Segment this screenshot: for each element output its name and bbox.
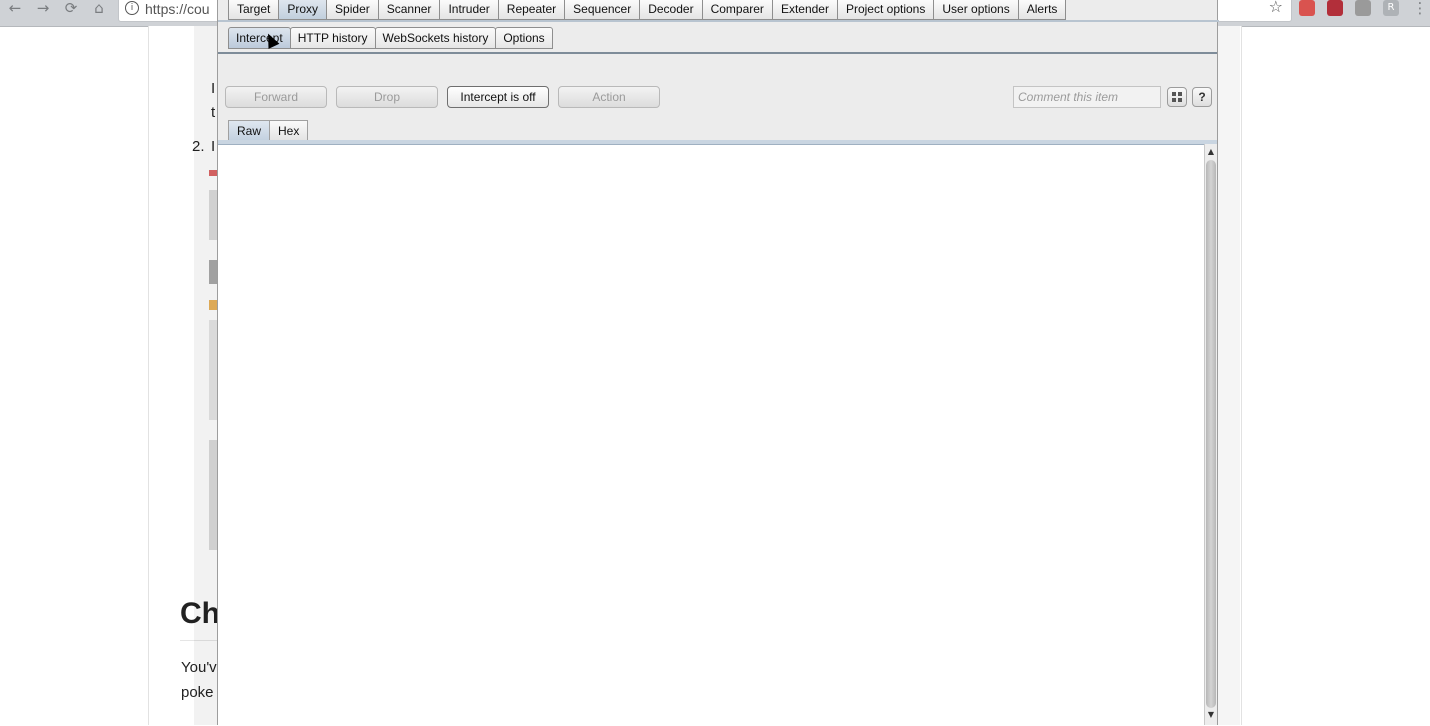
scroll-up-arrow-icon[interactable]: ▲ [1205,146,1217,158]
editor-scrollbar[interactable]: ▲ ▼ [1204,144,1217,725]
tab-http-history[interactable]: HTTP history [289,27,376,49]
scrollbar-thumb[interactable] [1206,160,1216,708]
tab-target[interactable]: Target [228,0,280,20]
tab-scanner[interactable]: Scanner [377,0,441,20]
browser-menu-icon[interactable]: ⋮ [1411,0,1429,18]
tab-comparer[interactable]: Comparer [701,0,773,20]
tab-repeater[interactable]: Repeater [497,0,566,20]
burp-suite-window: Target Proxy Spider Scanner Intruder Rep… [217,0,1219,726]
tab-user-options[interactable]: User options [933,0,1019,20]
r-extension-icon[interactable]: R [1383,0,1399,16]
bookmark-star-icon[interactable]: ☆ [1269,0,1283,16]
tab-intruder[interactable]: Intruder [439,0,499,20]
help-icon[interactable]: ? [1192,87,1212,107]
tab-alerts[interactable]: Alerts [1017,0,1067,20]
home-icon[interactable]: ⌂ [90,0,108,18]
reload-icon[interactable]: ⟳ [62,0,80,18]
tab-extender[interactable]: Extender [771,0,838,20]
tab-intercept[interactable]: Intercept [228,27,291,49]
tab-hex[interactable]: Hex [269,120,309,142]
help-glyph: ? [1198,90,1206,104]
tab-options[interactable]: Options [495,27,553,49]
message-editor[interactable] [218,144,1204,726]
tab-raw[interactable]: Raw [228,120,271,142]
tab-sequencer[interactable]: Sequencer [564,0,641,20]
forward-button[interactable]: Forward [225,86,327,108]
main-tab-bar: Target Proxy Spider Scanner Intruder Rep… [228,0,1067,20]
shield-extension-icon[interactable] [1299,0,1315,16]
cloud-extension-icon[interactable] [1355,0,1371,16]
tab-proxy[interactable]: Proxy [278,0,328,20]
tab-decoder[interactable]: Decoder [639,0,703,20]
tab-project-options[interactable]: Project options [836,0,935,20]
proxy-subtab-panel: Intercept HTTP history WebSockets histor… [218,22,1217,54]
layout-grid-icon[interactable] [1167,87,1187,107]
tab-spider[interactable]: Spider [326,0,379,20]
forward-arrow-icon[interactable]: → [34,0,52,18]
action-button[interactable]: Action [558,86,660,108]
drop-button[interactable]: Drop [336,86,438,108]
intercept-toggle-button[interactable]: Intercept is off [447,86,549,108]
scroll-down-arrow-icon[interactable]: ▼ [1205,709,1217,721]
back-arrow-icon[interactable]: ← [6,0,24,18]
info-icon[interactable]: i [125,1,139,15]
mail-extension-icon[interactable] [1327,0,1343,16]
message-view-tabs: Raw Hex [228,120,309,142]
tab-websockets-history[interactable]: WebSockets history [374,27,497,49]
url-text: https://cou [145,1,210,17]
intercept-toolbar: Forward Drop Intercept is off Action ? [218,54,1217,124]
comment-input[interactable] [1013,86,1161,108]
